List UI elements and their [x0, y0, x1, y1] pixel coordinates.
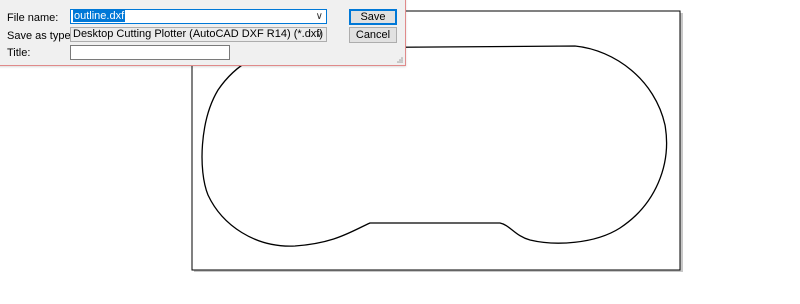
- cancel-button[interactable]: Cancel: [349, 27, 397, 43]
- title-input[interactable]: [70, 45, 230, 60]
- resize-grip-icon[interactable]: [395, 55, 403, 63]
- chevron-down-icon[interactable]: ∨: [316, 10, 323, 23]
- file-name-field[interactable]: outline.dxf ∨: [70, 9, 327, 24]
- file-name-label: File name:: [7, 12, 59, 24]
- title-label: Title:: [7, 47, 31, 59]
- save-dialog: File name: outline.dxf ∨ Save Save as ty…: [0, 0, 406, 66]
- save-button[interactable]: Save: [349, 9, 397, 25]
- save-as-type-value: Desktop Cutting Plotter (AutoCAD DXF R14…: [73, 28, 324, 40]
- save-as-type-label: Save as type:: [7, 30, 74, 42]
- chevron-down-icon[interactable]: ∨: [316, 28, 323, 41]
- file-name-value: outline.dxf: [73, 10, 126, 22]
- save-as-type-select[interactable]: Desktop Cutting Plotter (AutoCAD DXF R14…: [70, 27, 327, 42]
